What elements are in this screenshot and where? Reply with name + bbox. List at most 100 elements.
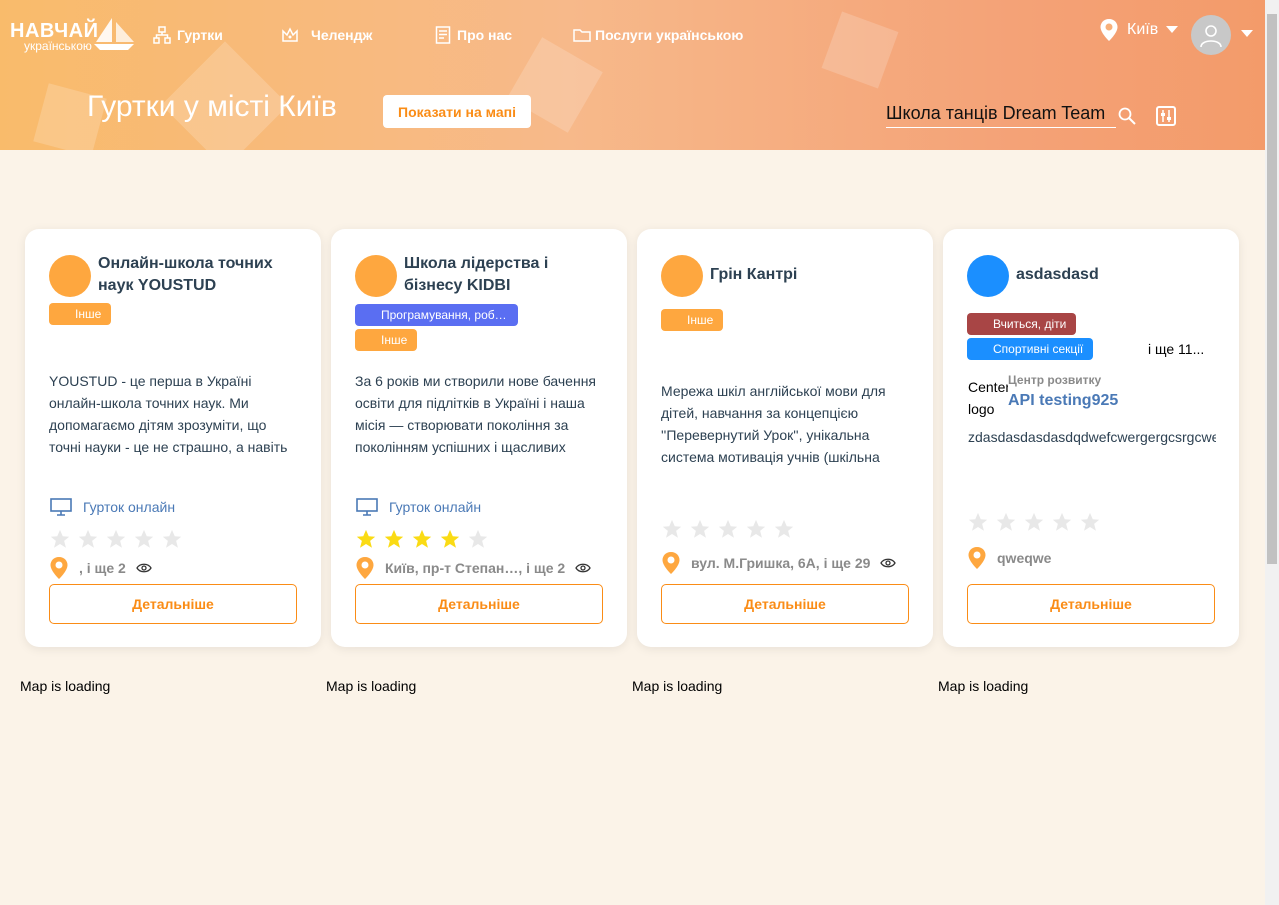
club-address[interactable]: Київ, пр-т Степан… , і ще 2 bbox=[355, 556, 591, 580]
location-pin-icon bbox=[662, 552, 680, 574]
star-empty-icon bbox=[746, 519, 766, 538]
star-empty-icon bbox=[774, 519, 794, 538]
nav-challenge-label: Челендж bbox=[311, 27, 373, 43]
search-input[interactable] bbox=[886, 100, 1116, 128]
club-logo bbox=[355, 255, 397, 297]
online-indicator: Гурток онлайн bbox=[355, 497, 481, 517]
star-filled-icon bbox=[440, 529, 460, 548]
site-logo[interactable]: НАВЧАЙ українською bbox=[10, 16, 134, 56]
club-card: Онлайн-школа точних наук YOUSTUD Інше YO… bbox=[25, 229, 321, 647]
header-decoration bbox=[821, 11, 899, 89]
star-empty-icon bbox=[718, 519, 738, 538]
star-empty-icon bbox=[1024, 512, 1044, 531]
category-tag: Інше bbox=[49, 303, 112, 325]
online-label: Гурток онлайн bbox=[389, 499, 482, 515]
club-description: Мережа шкіл англійської мови для дітей, … bbox=[661, 383, 886, 465]
club-card: Школа лідерства і бізнесу KIDBI Програму… bbox=[331, 229, 627, 647]
document-icon bbox=[435, 26, 451, 44]
address-more: , і ще 2 bbox=[79, 560, 126, 576]
logo-line2: українською bbox=[24, 39, 92, 53]
city-selector[interactable]: Київ bbox=[1099, 18, 1179, 42]
club-address[interactable]: , і ще 2 bbox=[49, 556, 152, 580]
club-description: YOUSTUD - це перша в Україні онлайн-школ… bbox=[49, 373, 288, 455]
details-button[interactable]: Детальніше bbox=[49, 584, 297, 624]
category-tag: Вчиться, діти bbox=[967, 313, 1077, 335]
details-button[interactable]: Детальніше bbox=[355, 584, 603, 624]
club-description: zdasdasdasdasdqdwefcwergergcsrgcwe bbox=[968, 429, 1216, 445]
rating-stars bbox=[49, 528, 183, 550]
clubs-icon bbox=[153, 26, 171, 44]
star-empty-icon bbox=[968, 512, 988, 531]
club-card: asdasdasd Вчиться, діти Спортивні секції… bbox=[943, 229, 1239, 647]
address-main: вул. М.Гришка, 6А bbox=[691, 555, 816, 571]
user-menu-chevron-icon[interactable] bbox=[1241, 30, 1253, 38]
user-avatar[interactable] bbox=[1191, 15, 1231, 55]
rating-stars bbox=[661, 518, 795, 540]
monitor-icon bbox=[356, 498, 378, 516]
star-empty-icon bbox=[662, 519, 682, 538]
category-tag: Інше bbox=[355, 329, 418, 351]
rating-stars bbox=[967, 511, 1101, 533]
star-filled-icon bbox=[412, 529, 432, 548]
search-icon[interactable] bbox=[1118, 107, 1136, 125]
eye-icon[interactable] bbox=[136, 562, 152, 574]
address-more: , і ще 29 bbox=[815, 555, 871, 571]
star-empty-icon bbox=[106, 529, 126, 548]
star-empty-icon bbox=[162, 529, 182, 548]
nav-about[interactable]: Про нас bbox=[435, 24, 512, 46]
address-main: qweqwe bbox=[997, 550, 1052, 566]
club-card: Грін Кантрі Інше Мережа шкіл англійської… bbox=[637, 229, 933, 647]
nav-services-label: Послуги українською bbox=[595, 27, 744, 43]
category-tag: Інше bbox=[661, 309, 724, 331]
map-loading-text: Map is loading bbox=[20, 678, 111, 694]
club-address[interactable]: вул. М.Гришка, 6А , і ще 29 bbox=[661, 551, 897, 575]
club-title[interactable]: Онлайн-школа точних наук YOUSTUD bbox=[98, 253, 298, 297]
details-button[interactable]: Детальніше bbox=[967, 584, 1215, 624]
location-pin-icon bbox=[1100, 19, 1118, 41]
location-pin-icon bbox=[968, 547, 986, 569]
scrollbar-thumb[interactable] bbox=[1267, 14, 1277, 564]
star-empty-icon bbox=[1052, 512, 1072, 531]
filter-settings-icon[interactable] bbox=[1156, 106, 1176, 126]
star-empty-icon bbox=[468, 529, 488, 548]
show-on-map-button[interactable]: Показати на мапі bbox=[383, 95, 531, 128]
page-title: Гуртки у місті Київ bbox=[87, 90, 337, 123]
star-empty-icon bbox=[996, 512, 1016, 531]
club-logo bbox=[661, 255, 703, 297]
star-filled-icon bbox=[384, 529, 404, 548]
center-label: Центр розвитку bbox=[1008, 373, 1102, 387]
category-tag: Спортивні секції bbox=[967, 338, 1094, 360]
map-loading-text: Map is loading bbox=[938, 678, 1029, 694]
header: НАВЧАЙ українською Гуртки Челендж Про на… bbox=[0, 0, 1265, 150]
address-more: , і ще 2 bbox=[518, 560, 566, 576]
nav-challenge[interactable]: Челендж bbox=[281, 24, 372, 46]
eye-icon[interactable] bbox=[575, 562, 591, 574]
nav-about-label: Про нас bbox=[457, 27, 513, 43]
folder-icon bbox=[573, 29, 591, 42]
star-empty-icon bbox=[690, 519, 710, 538]
eye-icon[interactable] bbox=[880, 557, 897, 569]
details-button[interactable]: Детальніше bbox=[661, 584, 909, 624]
map-loading-text: Map is loading bbox=[326, 678, 417, 694]
location-pin-icon bbox=[356, 557, 374, 579]
user-icon bbox=[1200, 25, 1222, 48]
category-tag: Програмування, роб… bbox=[355, 304, 518, 326]
club-address[interactable]: qweqwe bbox=[967, 546, 1051, 570]
nav-clubs[interactable]: Гуртки bbox=[153, 24, 223, 46]
club-title[interactable]: asdasdasd bbox=[1016, 264, 1216, 286]
map-loading-text: Map is loading bbox=[632, 678, 723, 694]
center-logo-image: Center logo bbox=[968, 379, 1008, 417]
club-logo bbox=[967, 255, 1009, 297]
center-name[interactable]: API testing925 bbox=[1008, 392, 1118, 410]
star-empty-icon bbox=[78, 529, 98, 548]
club-title[interactable]: Грін Кантрі bbox=[710, 264, 910, 286]
star-empty-icon bbox=[134, 529, 154, 548]
location-pin-icon bbox=[50, 557, 68, 579]
page-scrollbar[interactable] bbox=[1265, 0, 1279, 905]
address-main: Київ, пр-т Степан… bbox=[385, 560, 519, 576]
online-label: Гурток онлайн bbox=[83, 499, 176, 515]
club-title[interactable]: Школа лідерства і бізнесу KIDBI bbox=[404, 253, 604, 297]
paper-boat-icon bbox=[94, 18, 134, 50]
more-tags[interactable]: і ще 11... bbox=[1148, 341, 1204, 357]
nav-services[interactable]: Послуги українською bbox=[573, 24, 743, 46]
